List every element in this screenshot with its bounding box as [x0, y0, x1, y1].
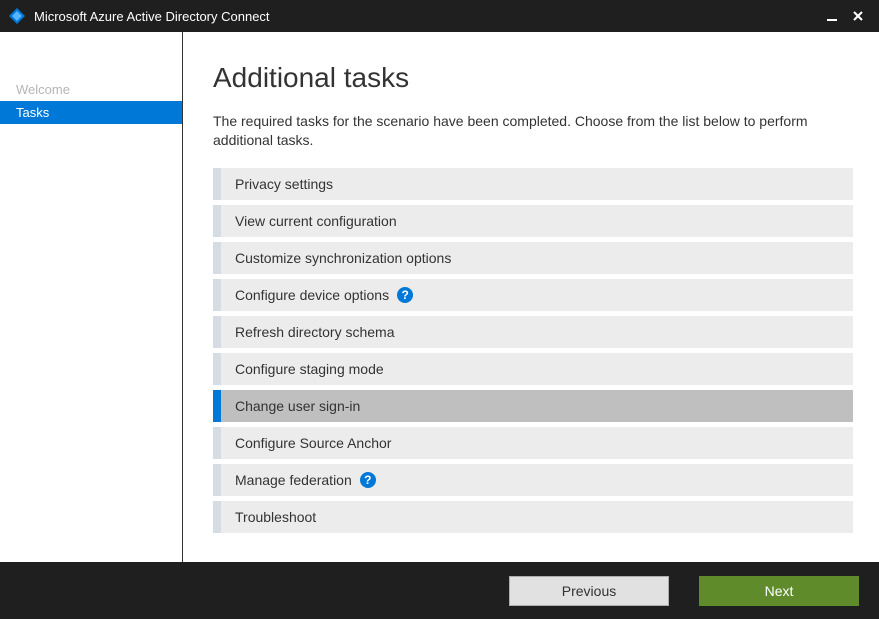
- task-item-refresh-directory-schema[interactable]: Refresh directory schema: [213, 316, 853, 348]
- task-item-label: Configure staging mode: [235, 361, 384, 377]
- task-item-configure-source-anchor[interactable]: Configure Source Anchor: [213, 427, 853, 459]
- task-item-label: Privacy settings: [235, 176, 333, 192]
- sidebar-item-welcome[interactable]: Welcome: [0, 78, 182, 101]
- sidebar-item-tasks[interactable]: Tasks: [0, 101, 182, 124]
- sidebar: Welcome Tasks: [0, 32, 183, 562]
- body: Welcome Tasks Additional tasks The requir…: [0, 32, 879, 562]
- task-item-stripe: [213, 316, 221, 348]
- task-list: Privacy settings View current configurati…: [213, 168, 853, 533]
- task-item-change-user-sign-in[interactable]: Change user sign-in: [213, 390, 853, 422]
- task-item-stripe: [213, 168, 221, 200]
- task-item-stripe: [213, 353, 221, 385]
- task-item-stripe: [213, 427, 221, 459]
- sidebar-item-label: Welcome: [16, 82, 70, 97]
- task-item-label: Manage federation: [235, 472, 352, 488]
- next-button[interactable]: Next: [699, 576, 859, 606]
- task-item-customize-synchronization-options[interactable]: Customize synchronization options: [213, 242, 853, 274]
- task-item-label: Configure Source Anchor: [235, 435, 391, 451]
- task-item-privacy-settings[interactable]: Privacy settings: [213, 168, 853, 200]
- task-item-label: Troubleshoot: [235, 509, 316, 525]
- titlebar: Microsoft Azure Active Directory Connect: [0, 0, 879, 32]
- task-item-manage-federation[interactable]: Manage federation?: [213, 464, 853, 496]
- task-item-stripe: [213, 501, 221, 533]
- help-icon[interactable]: ?: [397, 287, 413, 303]
- footer: Previous Next: [0, 562, 879, 619]
- task-item-configure-device-options[interactable]: Configure device options?: [213, 279, 853, 311]
- main-panel: Additional tasks The required tasks for …: [183, 32, 879, 562]
- window-title: Microsoft Azure Active Directory Connect: [34, 9, 819, 24]
- help-icon[interactable]: ?: [360, 472, 376, 488]
- task-item-label: Refresh directory schema: [235, 324, 395, 340]
- task-item-troubleshoot[interactable]: Troubleshoot: [213, 501, 853, 533]
- task-item-label: Change user sign-in: [235, 398, 360, 414]
- task-item-label: Customize synchronization options: [235, 250, 451, 266]
- task-item-label: View current configuration: [235, 213, 397, 229]
- previous-button[interactable]: Previous: [509, 576, 669, 606]
- task-item-stripe: [213, 205, 221, 237]
- page-description: The required tasks for the scenario have…: [213, 112, 853, 150]
- task-item-stripe: [213, 390, 221, 422]
- sidebar-item-label: Tasks: [16, 105, 49, 120]
- close-button[interactable]: [845, 3, 871, 29]
- task-item-view-current-configuration[interactable]: View current configuration: [213, 205, 853, 237]
- app-logo-icon: [8, 7, 26, 25]
- task-item-stripe: [213, 464, 221, 496]
- task-item-label: Configure device options: [235, 287, 389, 303]
- task-item-configure-staging-mode[interactable]: Configure staging mode: [213, 353, 853, 385]
- minimize-button[interactable]: [819, 3, 845, 29]
- page-title: Additional tasks: [213, 62, 853, 94]
- task-item-stripe: [213, 242, 221, 274]
- task-item-stripe: [213, 279, 221, 311]
